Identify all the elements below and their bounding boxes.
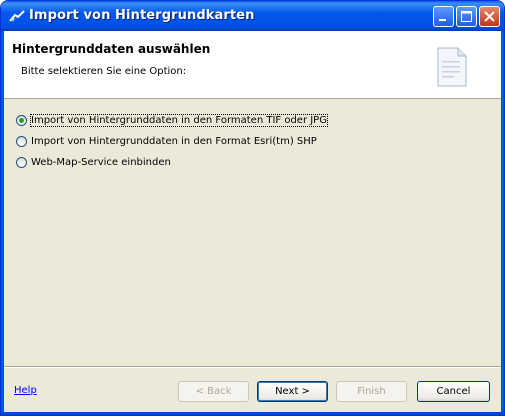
app-icon [9, 10, 25, 22]
minimize-button[interactable] [433, 6, 454, 27]
next-button[interactable]: Next > [257, 381, 328, 402]
window-border-bottom [1, 412, 504, 415]
radio-tif-jpg[interactable] [16, 114, 27, 126]
maximize-icon [461, 11, 472, 22]
footer-separator [4, 366, 501, 368]
radio-wms[interactable] [16, 156, 27, 168]
close-icon [484, 11, 495, 22]
option-wms[interactable]: Web-Map-Service einbinden [16, 154, 171, 170]
radio-esri-shp[interactable] [16, 135, 27, 147]
wizard-window: Import von Hintergrundkarten Hintergrund… [0, 0, 505, 416]
maximize-button[interactable] [456, 6, 477, 27]
back-button[interactable]: < Back [178, 381, 249, 402]
page-title: Hintergrunddaten auswählen [12, 42, 211, 56]
page-subtitle: Bitte selektieren Sie eine Option: [21, 66, 187, 77]
window-border-right [501, 31, 504, 415]
option-tif-jpg[interactable]: Import von Hintergrunddaten in den Forma… [16, 112, 328, 128]
finish-button[interactable]: Finish [336, 381, 407, 402]
option-label: Import von Hintergrunddaten in den Forma… [30, 113, 328, 127]
cancel-button[interactable]: Cancel [417, 381, 490, 402]
wizard-header: Hintergrunddaten auswählen Bitte selekti… [4, 31, 501, 99]
document-icon [437, 47, 467, 87]
option-label: Import von Hintergrunddaten in den Forma… [31, 135, 317, 147]
options-panel: Import von Hintergrunddaten in den Forma… [4, 99, 501, 365]
option-esri-shp[interactable]: Import von Hintergrunddaten in den Forma… [16, 133, 317, 149]
title-bar[interactable]: Import von Hintergrundkarten [1, 1, 504, 31]
window-title: Import von Hintergrundkarten [29, 8, 255, 23]
minimize-icon [439, 19, 446, 21]
help-link[interactable]: Help [14, 385, 37, 396]
option-label: Web-Map-Service einbinden [31, 156, 171, 168]
close-button[interactable] [479, 6, 500, 27]
